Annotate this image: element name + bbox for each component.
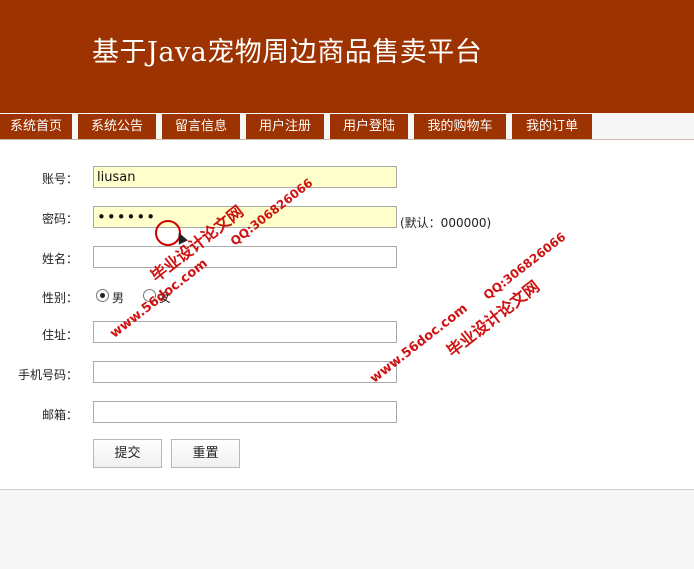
nav-item-messages[interactable]: 留言信息	[162, 114, 240, 139]
account-input[interactable]	[93, 166, 397, 188]
site-title: 基于Java宠物周边商品售卖平台	[92, 37, 483, 68]
address-input[interactable]	[93, 321, 397, 343]
nav-item-cart[interactable]: 我的购物车	[414, 114, 506, 139]
nav-item-notice[interactable]: 系统公告	[78, 114, 156, 139]
nav-item-login[interactable]: 用户登陆	[330, 114, 408, 139]
nav-item-orders[interactable]: 我的订单	[512, 114, 592, 139]
submit-button[interactable]: 提交	[93, 439, 162, 468]
name-label: 姓名：	[41, 252, 78, 266]
phone-input[interactable]	[93, 361, 397, 383]
phone-label: 手机号码：	[17, 368, 78, 382]
register-form-area	[0, 140, 694, 489]
reset-button[interactable]: 重置	[171, 439, 240, 468]
radio-selected-dot	[100, 293, 105, 298]
gender-male-label: 男	[112, 291, 125, 305]
main-nav: 系统首页 系统公告 留言信息 用户注册 用户登陆 我的购物车 我的订单	[0, 114, 694, 140]
email-input[interactable]	[93, 401, 397, 423]
account-label: 账号：	[41, 172, 78, 186]
email-label: 邮箱：	[41, 408, 78, 422]
name-input[interactable]	[93, 246, 397, 268]
gender-label: 性别：	[41, 291, 78, 305]
password-label: 密码：	[41, 212, 78, 226]
site-header: 基于Java宠物周边商品售卖平台	[0, 0, 694, 113]
nav-item-home[interactable]: 系统首页	[0, 114, 72, 139]
address-label: 住址：	[41, 328, 78, 342]
password-hint: (默认：000000)	[400, 216, 492, 230]
nav-item-register[interactable]: 用户注册	[246, 114, 324, 139]
gender-male-radio[interactable]	[96, 289, 109, 302]
footer-divider	[0, 489, 694, 490]
